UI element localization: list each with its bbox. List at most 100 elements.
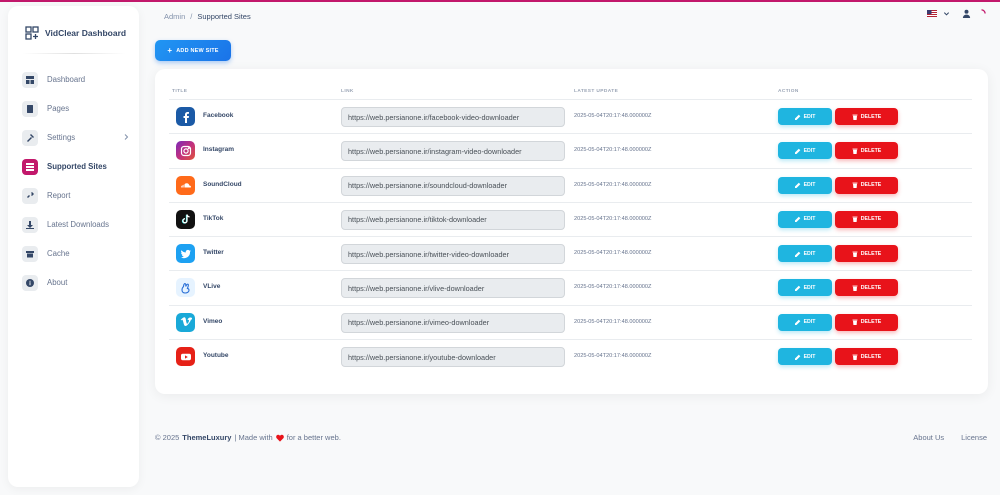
delete-button[interactable]: DELETE [835,108,898,125]
author-link[interactable]: ThemeLuxury [182,433,231,442]
site-link-field[interactable] [341,209,565,230]
table-row: Twitter 2025-05-04T20:17:48.000000Z EDIT… [169,237,972,272]
brand[interactable]: VidClear Dashboard [25,26,126,40]
dashboard-grid-icon [25,26,39,40]
site-name: Facebook [203,112,234,119]
site-link-field[interactable] [341,175,565,196]
site-link-field[interactable] [341,347,565,368]
brand-title: VidClear Dashboard [45,28,127,38]
edit-label: EDIT [803,182,816,189]
copyright-text: © 2025 [155,433,180,442]
delete-label: DELETE [860,353,882,360]
edit-icon [794,354,800,360]
table-row: TikTok 2025-05-04T20:17:48.000000Z EDIT … [169,203,972,238]
delete-label: DELETE [860,284,882,291]
sidebar-item-label: About [47,278,68,287]
site-name: Twitter [203,249,224,257]
site-name: Instagram [203,146,235,154]
sidebar-item-cache[interactable]: Cache [22,239,132,268]
site-name: TikTok [203,214,224,222]
delete-button[interactable]: DELETE [835,245,898,263]
footer-tail-text: for a better web. [286,433,341,442]
site-name: Youtube [203,352,229,360]
edit-button[interactable]: EDIT [778,210,832,228]
edit-label: EDIT [803,147,816,154]
trash-icon [852,216,858,223]
breadcrumb-parent[interactable]: Admin [164,12,185,21]
site-link-field[interactable] [341,244,565,265]
edit-label: EDIT [803,113,816,120]
edit-icon [794,251,800,257]
sidebar-divider [22,53,126,54]
sidebar-item-report[interactable]: Report [22,181,132,210]
edit-label: EDIT [803,319,816,326]
supported-sites-card: TITLE LINK LATEST UPDATE ACTION Facebook… [155,69,988,394]
site-link-field[interactable] [341,141,565,162]
edit-button[interactable]: EDIT [778,348,832,366]
chevron-down-icon[interactable] [943,10,950,17]
pages-icon [22,100,38,117]
delete-button[interactable]: DELETE [835,176,898,194]
edit-icon [794,114,800,120]
delete-button[interactable]: DELETE [835,210,898,228]
sidebar-item-label: Pages [47,104,70,113]
sidebar-item-supported-sites[interactable]: Supported Sites [22,152,132,181]
site-name: SoundCloud [203,180,242,188]
site-updated: 2025-05-04T20:17:48.000000Z [574,353,652,360]
edit-icon [794,182,800,189]
soundcloud-icon [176,175,195,195]
delete-label: DELETE [860,182,882,189]
site-link-field[interactable] [341,107,565,127]
delete-button[interactable]: DELETE [835,142,898,160]
table-row: Instagram 2025-05-04T20:17:48.000000Z ED… [169,134,972,169]
twitter-icon [176,244,195,264]
site-link-field[interactable] [341,312,565,333]
delete-label: DELETE [860,147,882,154]
footer-copyright: © 2025 ThemeLuxury | Made with for a bet… [155,433,341,442]
edit-button[interactable]: EDIT [778,245,832,263]
plus-icon: + [167,45,173,55]
about-us-link[interactable]: About Us [913,433,944,442]
sidebar-item-settings[interactable]: Settings [22,123,132,152]
edit-label: EDIT [803,284,816,291]
edit-button[interactable]: EDIT [778,279,832,297]
sidebar-nav: Dashboard Pages Settings Supported Sites… [22,65,132,297]
breadcrumb-current: Supported Sites [197,12,251,21]
delete-button[interactable]: DELETE [835,279,898,297]
edit-button[interactable]: EDIT [778,176,832,194]
edit-label: EDIT [803,353,816,360]
sidebar-item-label: Settings [47,133,76,142]
heart-icon [275,434,284,442]
edit-icon [794,148,800,154]
table-row: Youtube 2025-05-04T20:17:48.000000Z EDIT… [169,340,972,374]
vlive-icon [176,278,195,298]
site-link-field[interactable] [341,278,565,299]
site-updated: 2025-05-04T20:17:48.000000Z [574,215,652,222]
instagram-icon [176,141,195,161]
edit-icon [794,285,800,291]
sidebar-item-about[interactable]: About [22,268,132,297]
edit-button[interactable]: EDIT [778,142,832,160]
user-icon[interactable] [962,9,971,18]
column-header-title: TITLE [172,89,188,94]
license-link[interactable]: License [961,433,987,442]
delete-button[interactable]: DELETE [835,313,898,331]
sidebar-item-pages[interactable]: Pages [22,94,132,123]
site-updated: 2025-05-04T20:17:48.000000Z [574,250,652,257]
add-new-site-button[interactable]: + ADD NEW SITE [155,40,231,61]
sidebar-item-label: Latest Downloads [47,220,109,229]
table-row: SoundCloud 2025-05-04T20:17:48.000000Z E… [169,169,972,203]
edit-button[interactable]: EDIT [778,108,832,125]
sidebar-item-latest-downloads[interactable]: Latest Downloads [22,210,132,239]
delete-label: DELETE [860,250,882,257]
download-icon [22,216,38,233]
us-flag-icon[interactable] [927,10,937,17]
sidebar: VidClear Dashboard Dashboard Pages Setti… [8,6,139,487]
sidebar-item-dashboard[interactable]: Dashboard [22,65,132,94]
edit-button[interactable]: EDIT [778,313,832,331]
site-updated: 2025-05-04T20:17:48.000000Z [574,113,652,119]
breadcrumb-separator: / [190,12,193,21]
tools-icon [22,129,38,146]
delete-button[interactable]: DELETE [835,348,898,366]
top-accent-line [0,0,1000,2]
